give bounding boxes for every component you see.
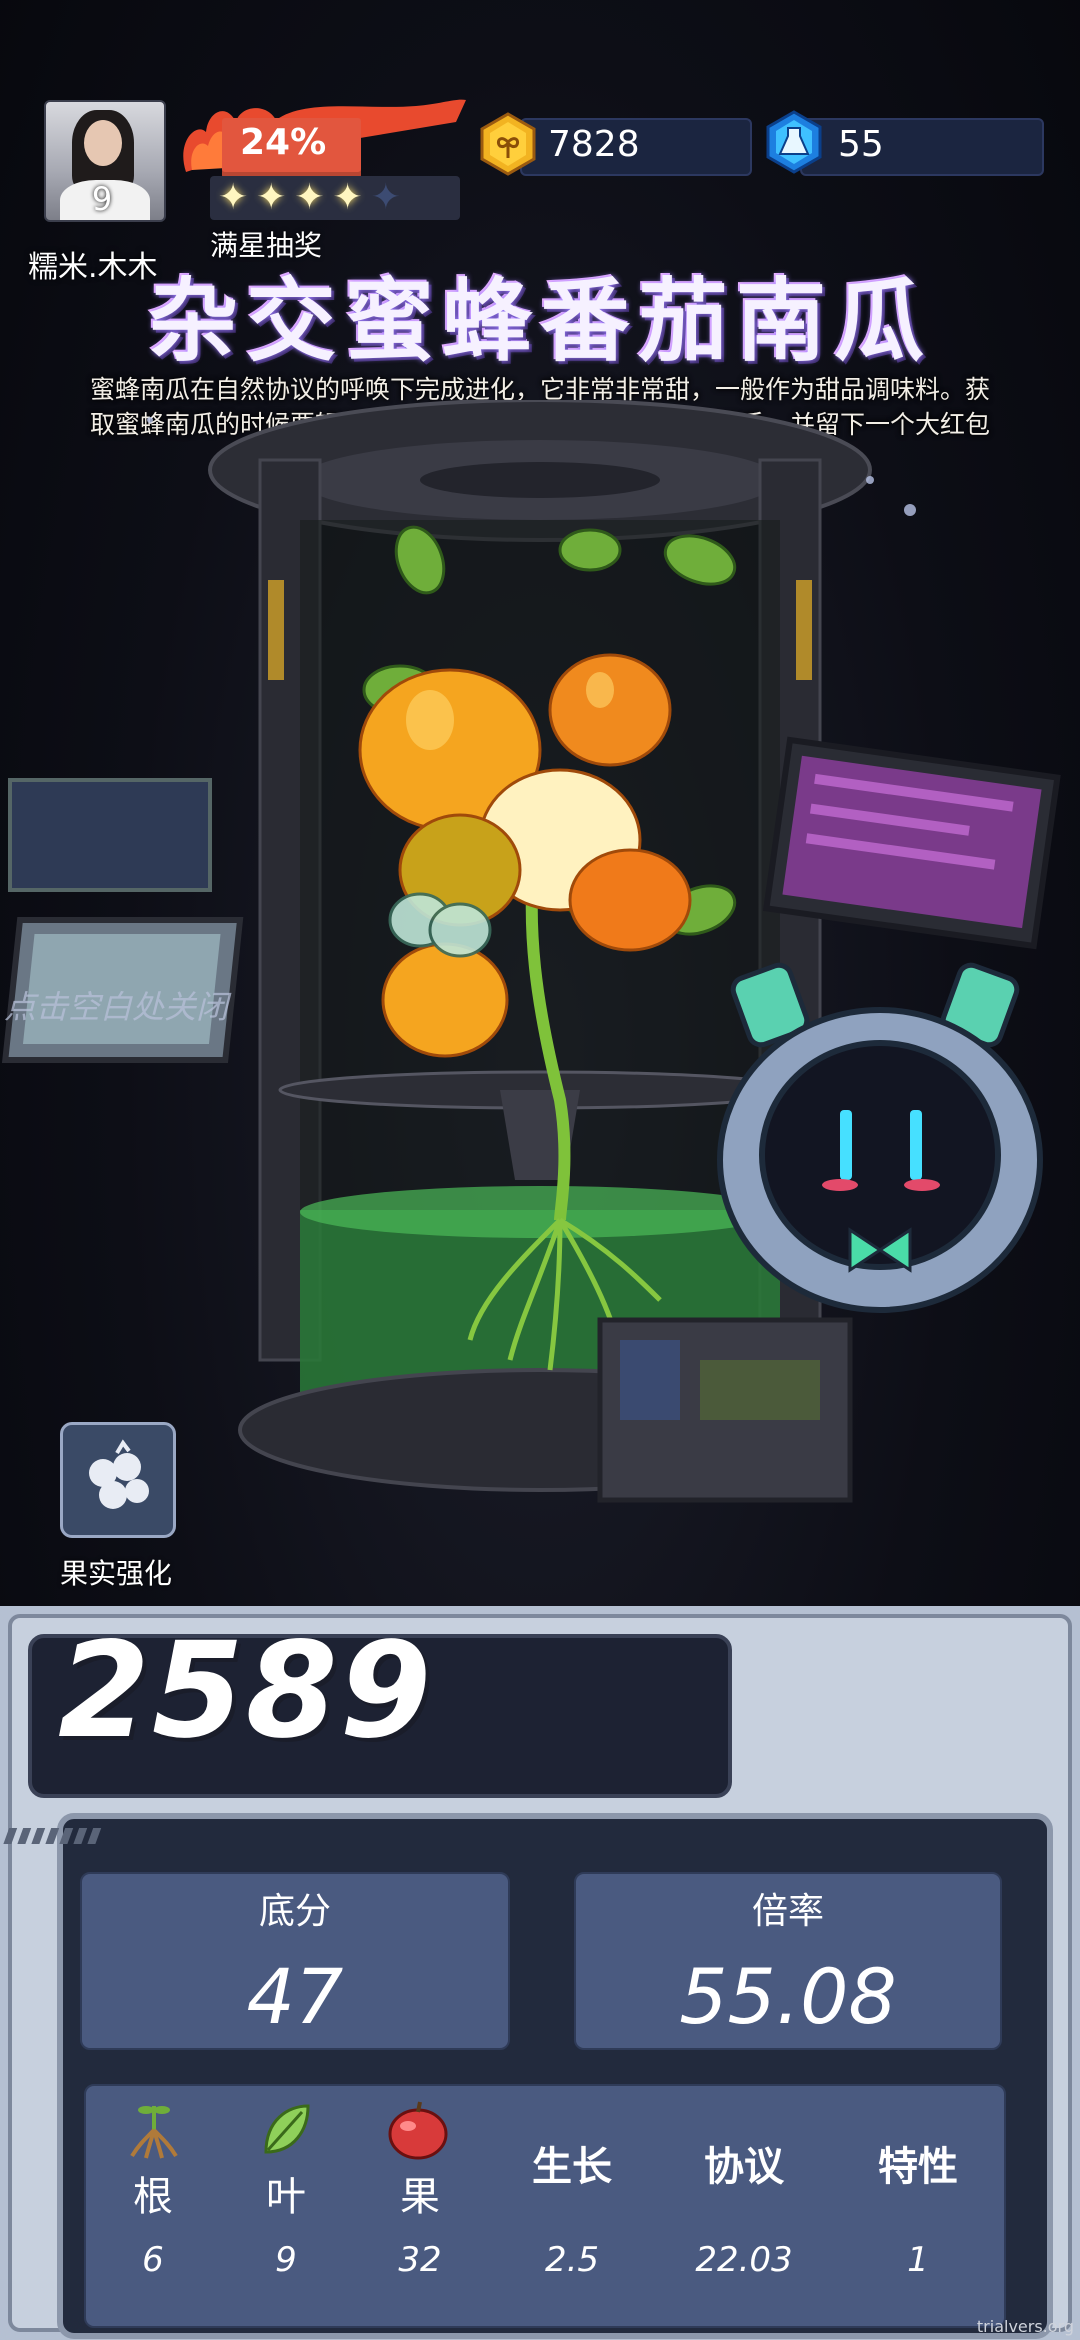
star-icon: ✦ bbox=[256, 177, 287, 218]
attribute-value: 2.5 bbox=[544, 2240, 600, 2280]
coin-icon bbox=[480, 112, 536, 176]
robot-mascot bbox=[717, 962, 1043, 1313]
attribute-value: 9 bbox=[275, 2240, 297, 2280]
attribute-label: 生长 bbox=[532, 2144, 612, 2190]
fruit-enhance-button[interactable] bbox=[60, 1422, 176, 1538]
close-hint[interactable]: 点击空白处关闭 bbox=[4, 982, 228, 1028]
star-icon: ✦ bbox=[332, 177, 363, 218]
player-level: 9 bbox=[91, 180, 113, 218]
coin-amount: 7828 bbox=[548, 124, 640, 165]
gem-icon bbox=[766, 110, 822, 174]
star-rating: ✦ ✦ ✦ ✦ ✦ bbox=[210, 176, 460, 220]
root-icon bbox=[130, 2106, 178, 2159]
base-score-value: 47 bbox=[246, 1952, 344, 2041]
apple-icon bbox=[388, 2101, 448, 2160]
xp-percent: 24% bbox=[240, 122, 327, 163]
attribute-value: 1 bbox=[907, 2240, 929, 2280]
gem-counter bbox=[800, 118, 1044, 176]
attribute-value: 32 bbox=[398, 2240, 442, 2280]
base-score-label: 底分 bbox=[258, 1891, 331, 1932]
attribute-label: 特性 bbox=[878, 2144, 958, 2190]
star-icon: ✦ bbox=[370, 177, 401, 218]
total-score: 2589 bbox=[58, 1614, 434, 1768]
watermark: trialvers.org bbox=[976, 2317, 1074, 2336]
attribute-label: 根 bbox=[133, 2174, 173, 2220]
attribute-value: 22.03 bbox=[695, 2240, 793, 2280]
attribute-value: 6 bbox=[142, 2240, 164, 2280]
attribute-label: 叶 bbox=[266, 2174, 306, 2220]
multiplier-label: 倍率 bbox=[751, 1891, 824, 1932]
berries-icon bbox=[89, 1439, 149, 1509]
fruit-enhance-label: 果实强化 bbox=[60, 1557, 173, 1590]
multiplier-value: 55.08 bbox=[679, 1952, 897, 2041]
star-icon: ✦ bbox=[218, 177, 249, 218]
star-icon: ✦ bbox=[294, 177, 325, 218]
leaf-icon bbox=[264, 2104, 310, 2154]
gem-amount: 55 bbox=[838, 124, 884, 165]
item-title: 杂交蜜蜂番茄南瓜 bbox=[148, 269, 932, 374]
attribute-label: 协议 bbox=[704, 2144, 784, 2190]
attribute-label: 果 bbox=[400, 2174, 440, 2220]
